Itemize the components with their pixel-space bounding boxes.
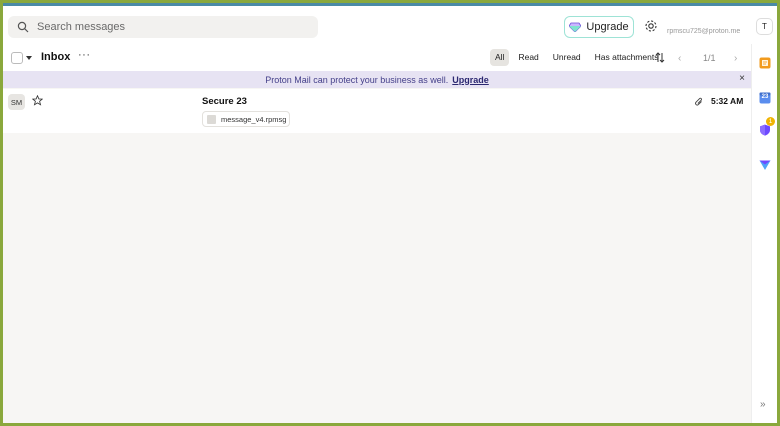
collapse-rail-button[interactable]: » (760, 399, 766, 410)
calendar-day: 23 (761, 94, 769, 100)
upgrade-banner: Proton Mail can protect your business as… (3, 71, 751, 88)
right-app-rail: 23 1 » (751, 44, 777, 423)
chevron-down-icon[interactable] (26, 56, 32, 60)
filter-all[interactable]: All (490, 49, 510, 66)
app-window: Upgrade rpmscu725@proton.me T Inbox ··· … (3, 3, 777, 423)
mailbox-panel: Inbox ··· All Read Unread Has attachment… (3, 44, 751, 423)
upgrade-button[interactable]: Upgrade (564, 16, 634, 38)
diamond-icon (569, 22, 582, 32)
filter-has-attachments[interactable]: Has attachments (590, 49, 664, 66)
header: Upgrade rpmscu725@proton.me T (3, 6, 777, 44)
chevron-left-icon[interactable]: ‹ (678, 53, 681, 64)
banner-upgrade-link[interactable]: Upgrade (452, 75, 489, 85)
user-avatar[interactable]: T (756, 18, 773, 35)
search-input[interactable] (35, 20, 309, 34)
banner-text: Proton Mail can protect your business as… (265, 74, 449, 85)
star-icon[interactable] (32, 95, 43, 106)
vpn-icon[interactable] (759, 159, 771, 171)
filter-group: All Read Unread Has attachments (490, 49, 663, 66)
page-indicator: 1/1 (703, 53, 716, 63)
attachment-chip[interactable]: message_v4.rpmsg (202, 111, 290, 127)
file-icon (207, 114, 216, 124)
select-all-checkbox[interactable] (11, 52, 23, 64)
message-subject: Secure 23 (202, 96, 247, 107)
more-options-button[interactable]: ··· (78, 49, 91, 61)
calendar-app-icon[interactable]: 23 (759, 91, 771, 104)
sender-avatar[interactable]: SM (8, 94, 25, 110)
notes-app-icon[interactable] (759, 57, 771, 69)
upgrade-label: Upgrade (586, 21, 629, 33)
search-icon (17, 21, 29, 33)
notification-badge: 1 (766, 117, 775, 126)
sort-icon[interactable] (655, 52, 665, 63)
message-row[interactable]: SM Secure 23 5:32 AM message_v4.rpmsg (3, 89, 751, 133)
attachment-name: message_v4.rpmsg (221, 114, 287, 124)
user-email: rpmscu725@proton.me (667, 28, 741, 35)
filter-unread[interactable]: Unread (548, 49, 586, 66)
paperclip-icon (695, 97, 702, 106)
gear-icon[interactable] (644, 19, 658, 33)
search-bar[interactable] (8, 16, 318, 38)
page-title: Inbox (41, 51, 71, 63)
close-icon[interactable]: × (739, 73, 745, 84)
filter-read[interactable]: Read (513, 49, 543, 66)
chevron-right-icon[interactable]: › (734, 53, 737, 64)
list-toolbar: Inbox ··· All Read Unread Has attachment… (3, 44, 751, 71)
message-time: 5:32 AM (711, 96, 744, 106)
